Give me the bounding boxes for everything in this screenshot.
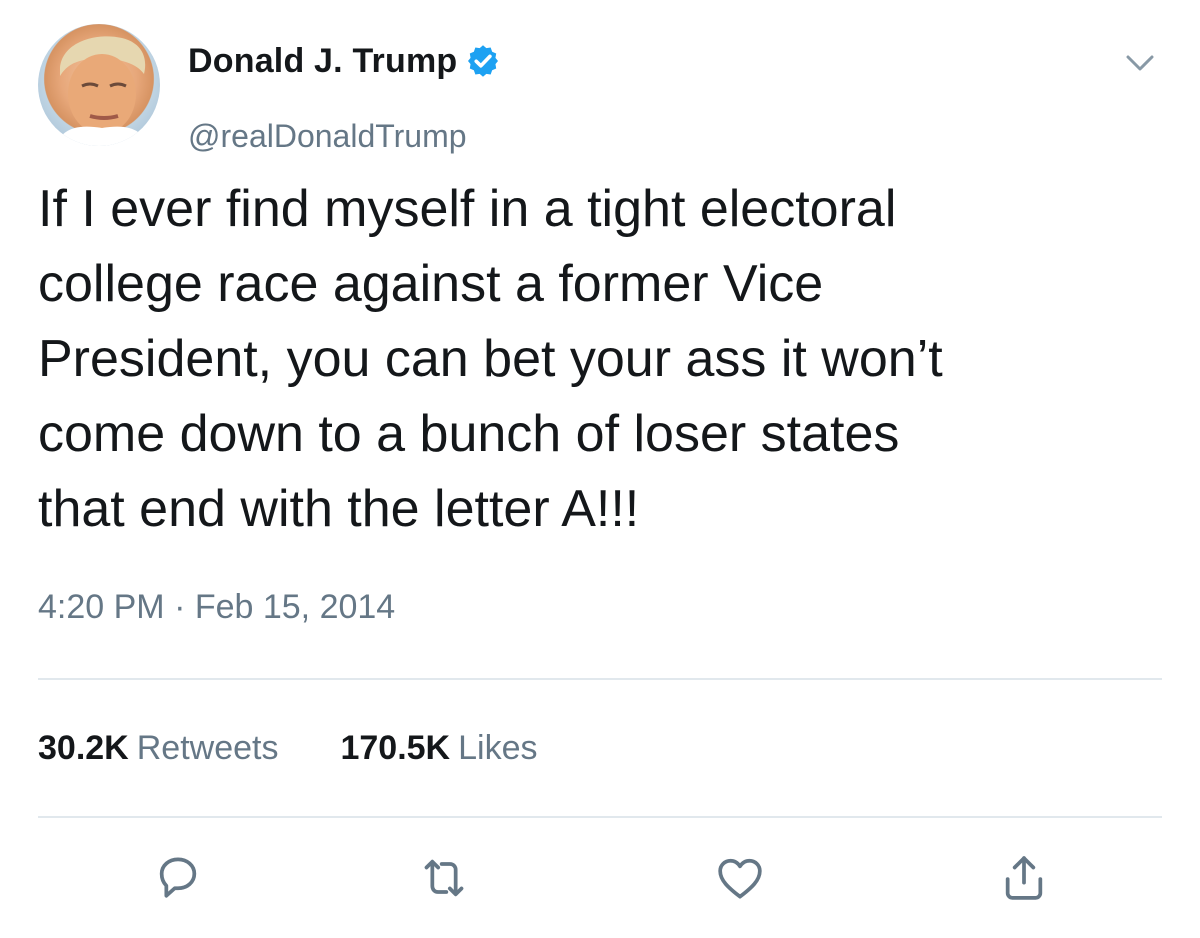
tweet-text-line: If I ever find myself in a tight elector… [38, 180, 897, 238]
heart-icon [718, 858, 762, 899]
name-row: Donald J. Trump [188, 39, 501, 83]
retweet-icon [424, 859, 464, 897]
retweet-button[interactable] [414, 848, 474, 908]
tweet-timestamp[interactable]: 4:20 PM · Feb 15, 2014 [38, 588, 395, 627]
reply-button[interactable] [148, 848, 208, 908]
tweet-stats: 30.2K Retweets 170.5K Likes [38, 726, 599, 770]
avatar-image [56, 36, 148, 146]
divider [38, 816, 1162, 818]
tweet-header: Donald J. Trump @realDonaldTrump [38, 24, 1162, 154]
retweets-count: 30.2K [38, 728, 129, 767]
divider [38, 678, 1162, 680]
display-name[interactable]: Donald J. Trump [188, 42, 457, 81]
retweets-stat[interactable]: 30.2K Retweets [38, 729, 278, 768]
chevron-down-icon[interactable] [1120, 42, 1160, 82]
likes-label: Likes [458, 728, 538, 767]
like-button[interactable] [710, 848, 770, 908]
tweet-text-line: college race against a former Vice [38, 255, 824, 313]
share-icon [1005, 856, 1043, 900]
tweet-text-line: come down to a bunch of loser states [38, 405, 900, 463]
share-button[interactable] [994, 848, 1054, 908]
verified-badge-icon [465, 43, 501, 79]
tweet-text-line: President, you can bet your ass it won’t [38, 330, 943, 388]
reply-icon [159, 857, 197, 898]
user-handle[interactable]: @realDonaldTrump [188, 118, 467, 155]
likes-stat[interactable]: 170.5K Likes [340, 729, 537, 768]
retweets-label: Retweets [136, 728, 279, 767]
tweet-actions [38, 842, 1162, 922]
avatar[interactable] [38, 24, 160, 146]
likes-count: 170.5K [340, 728, 451, 767]
tweet-text-line: that end with the letter A!!! [38, 480, 640, 538]
tweet-text: If I ever find myself in a tight elector… [38, 172, 1162, 547]
